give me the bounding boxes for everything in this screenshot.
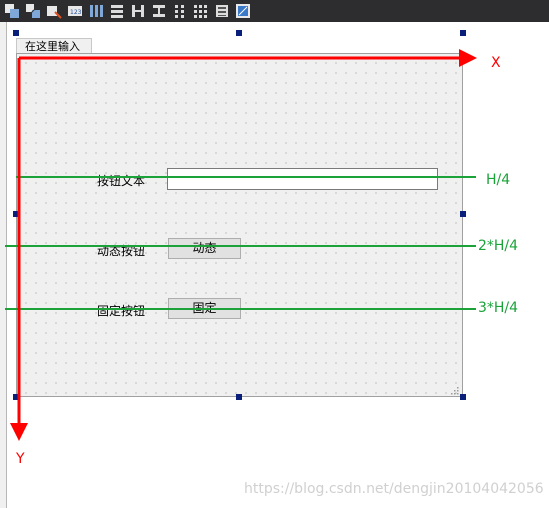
watermark-text: https://blog.csdn.net/dengjin20104042056 — [244, 481, 544, 497]
y-axis-label: Y — [16, 451, 25, 467]
x-axis-label: X — [491, 55, 501, 71]
coordinate-axes — [10, 49, 477, 441]
